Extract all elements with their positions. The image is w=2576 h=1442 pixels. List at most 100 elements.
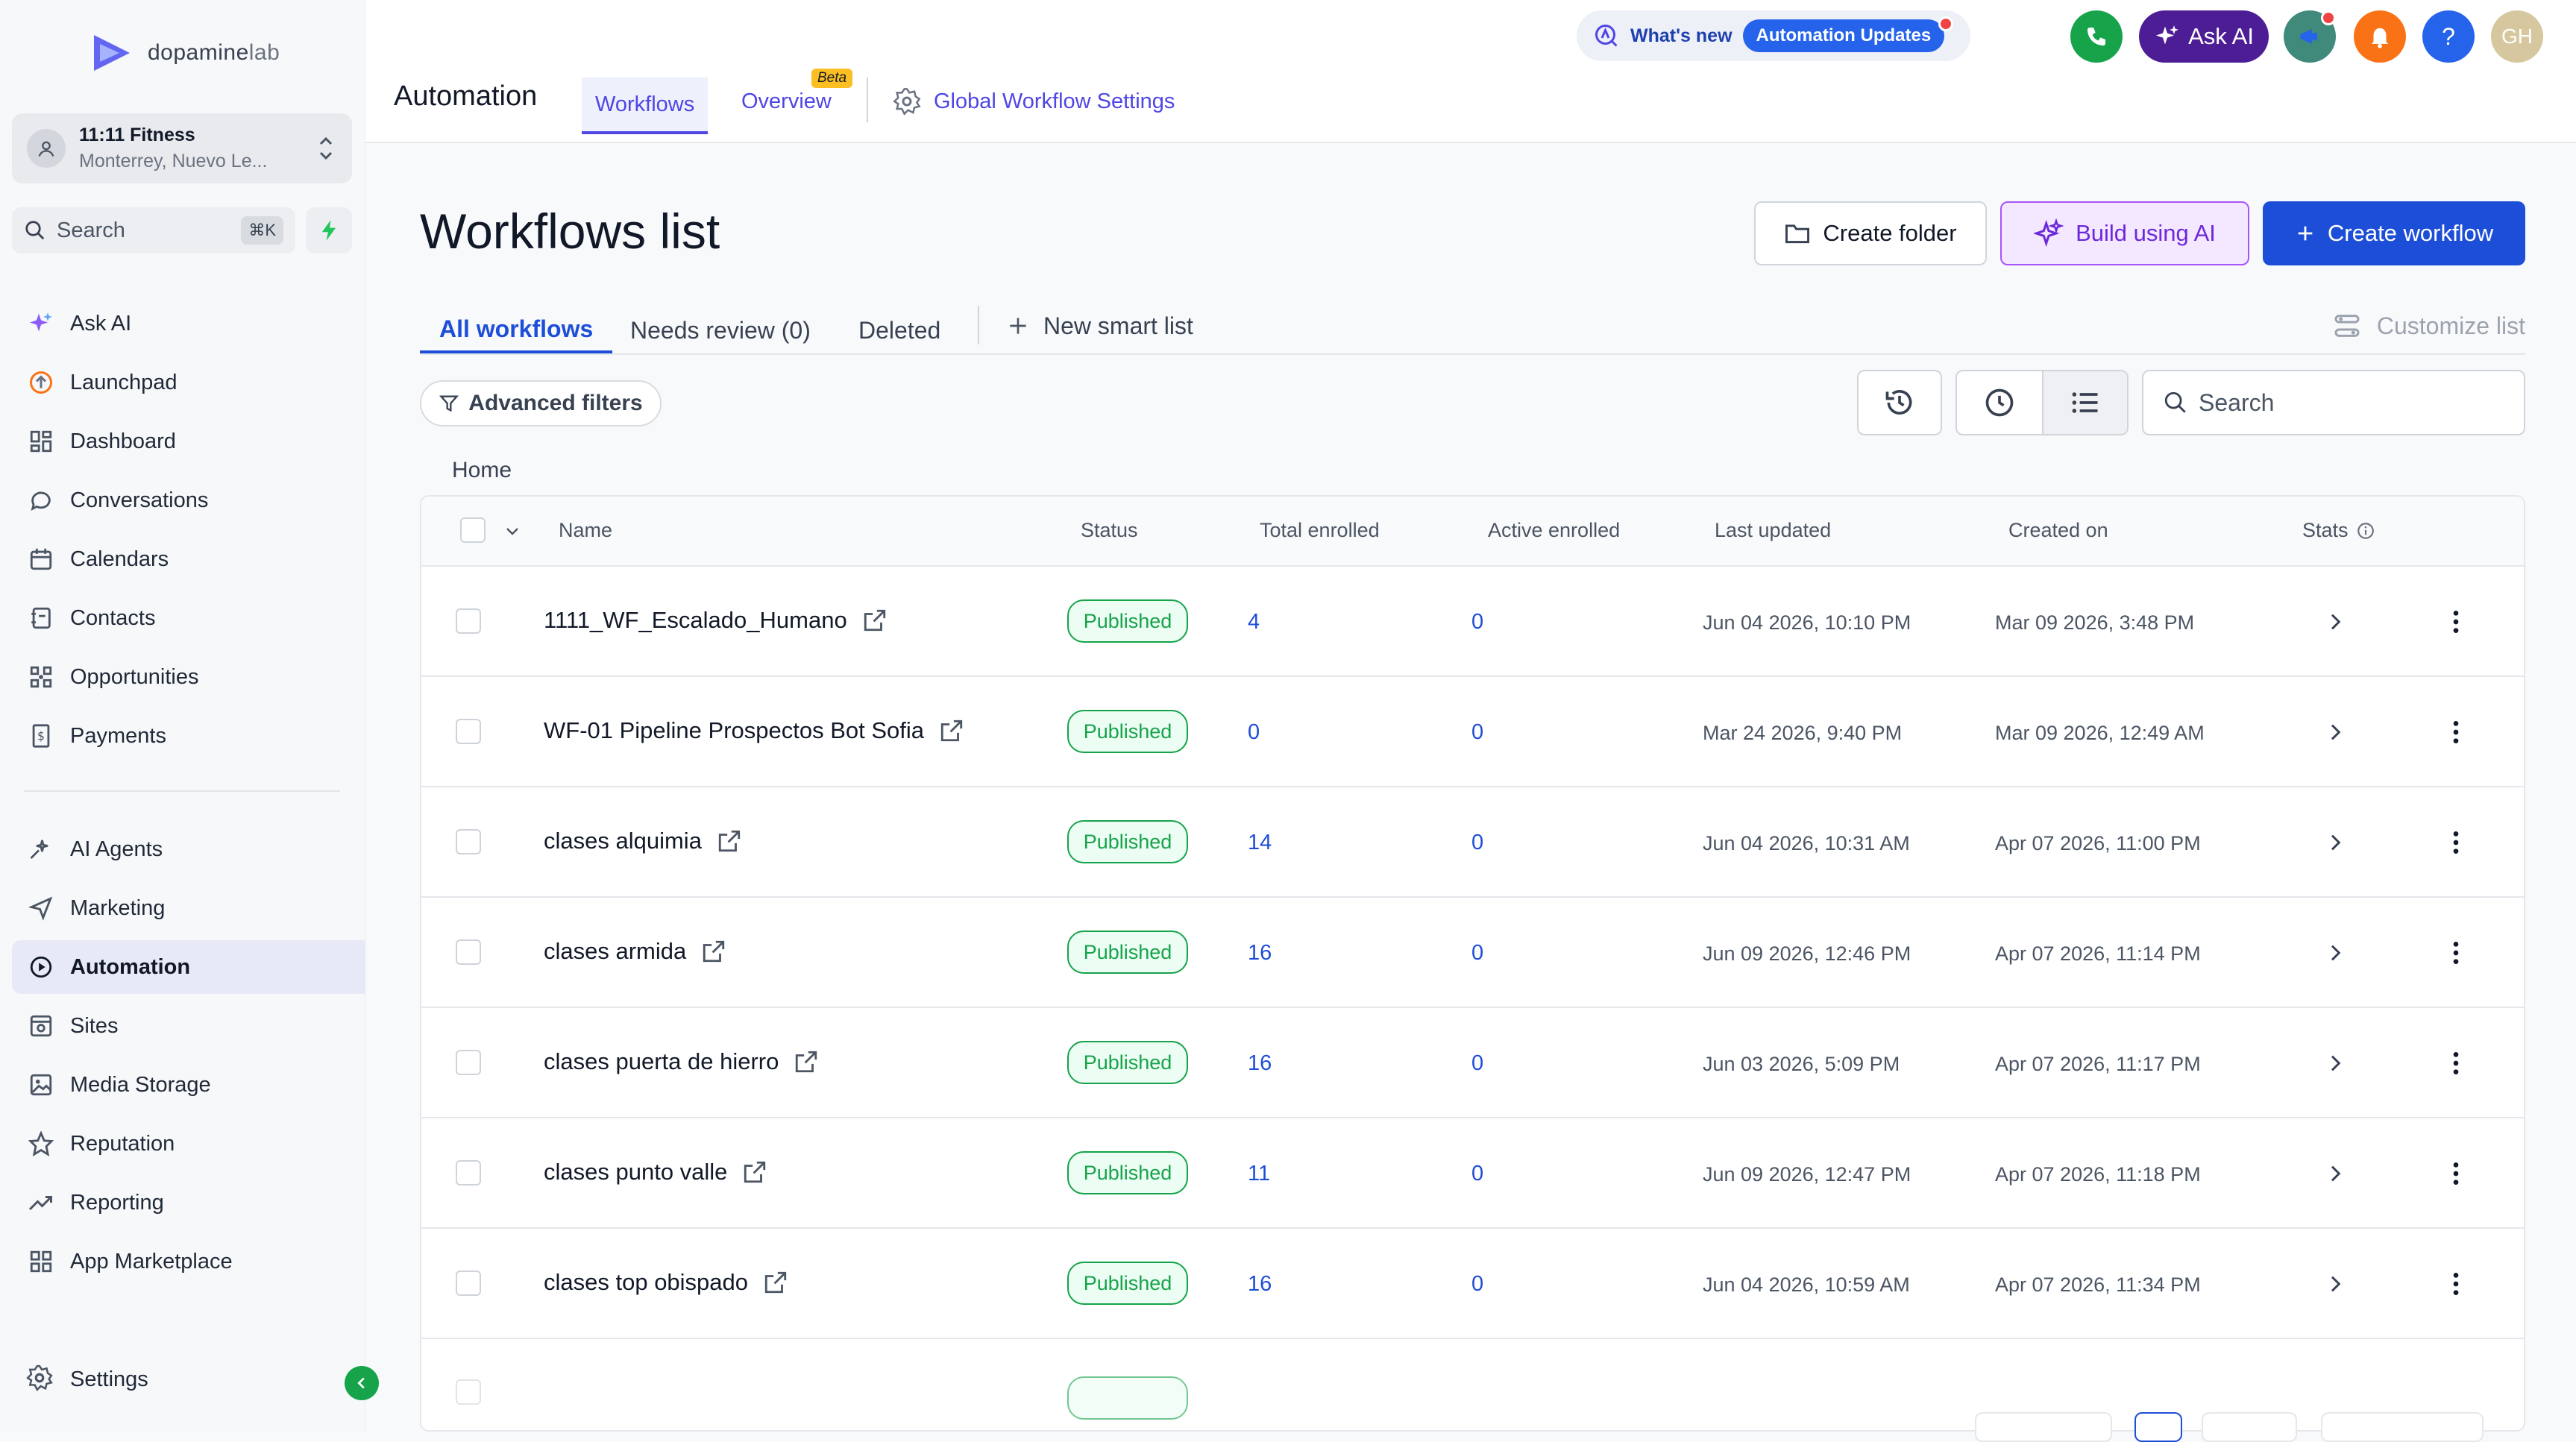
workflow-name-link[interactable]: WF-01 Pipeline Prospectos Bot Sofia [544, 717, 964, 744]
create-workflow-button[interactable]: Create workflow [2263, 201, 2525, 265]
sidebar-item-media-storage[interactable]: Media Storage [12, 1058, 365, 1112]
workflow-name-link[interactable]: clases top obispado [544, 1269, 788, 1296]
row-checkbox[interactable] [456, 1160, 481, 1186]
external-link-icon[interactable] [939, 718, 964, 743]
brand-logo-area[interactable]: dopaminelab [87, 27, 280, 79]
active-enrolled-link[interactable]: 0 [1471, 1051, 1483, 1076]
more-options-icon[interactable] [2441, 717, 2471, 747]
table-row[interactable]: clases puerta de hierro Published 16 0 J… [421, 1008, 2524, 1118]
header-last-updated[interactable]: Last updated [1715, 519, 1831, 542]
global-workflow-settings-link[interactable]: Global Workflow Settings [892, 86, 1175, 116]
total-enrolled-link[interactable]: 16 [1248, 1051, 1272, 1076]
row-checkbox[interactable] [456, 1379, 481, 1405]
breadcrumb[interactable]: Home [452, 458, 512, 483]
tab-needs-review[interactable]: Needs review (0) [630, 307, 811, 353]
chevron-right-icon[interactable] [2323, 610, 2347, 634]
sidebar-item-settings[interactable]: Settings [12, 1353, 365, 1406]
total-enrolled-link[interactable]: 0 [1248, 720, 1260, 745]
active-enrolled-link[interactable]: 0 [1471, 831, 1483, 855]
account-switcher[interactable]: 11:11 Fitness Monterrey, Nuevo Le... [12, 113, 352, 183]
active-enrolled-link[interactable]: 0 [1471, 941, 1483, 966]
customize-list-button[interactable]: Customize list [2332, 306, 2525, 346]
active-enrolled-link[interactable]: 0 [1471, 1162, 1483, 1186]
history-button[interactable] [1857, 370, 1942, 435]
chevron-right-icon[interactable] [2323, 831, 2347, 854]
new-smart-list-button[interactable]: New smart list [1006, 306, 1193, 346]
header-status[interactable]: Status [1081, 519, 1138, 542]
page-size-select[interactable] [2321, 1412, 2484, 1442]
quick-actions-button[interactable] [306, 207, 352, 254]
chevron-down-icon[interactable] [503, 522, 521, 540]
list-view-button[interactable] [2041, 371, 2127, 434]
sidebar-item-calendars[interactable]: Calendars [12, 532, 365, 586]
sidebar-item-reporting[interactable]: Reporting [12, 1176, 365, 1230]
external-link-icon[interactable] [862, 608, 888, 633]
tab-overview[interactable]: Overview [741, 89, 832, 114]
chevron-right-icon[interactable] [2323, 720, 2347, 744]
header-stats[interactable]: Stats [2302, 519, 2375, 542]
notifications-button[interactable] [2354, 10, 2406, 63]
more-options-icon[interactable] [2441, 938, 2471, 968]
external-link-icon[interactable] [717, 828, 742, 854]
collapse-sidebar-button[interactable] [345, 1366, 379, 1400]
tab-workflows[interactable]: Workflows [582, 78, 709, 134]
workflow-name-link[interactable]: clases alquimia [544, 828, 742, 854]
more-options-icon[interactable] [2441, 828, 2471, 857]
header-created-on[interactable]: Created on [2008, 519, 2108, 542]
sidebar-item-payments[interactable]: $ Payments [12, 709, 365, 763]
table-row[interactable]: 1111_WF_Escalado_Humano Published 4 0 Ju… [421, 567, 2524, 677]
megaphone-button[interactable] [2284, 10, 2336, 63]
select-all-checkbox[interactable] [460, 517, 486, 543]
header-active-enrolled[interactable]: Active enrolled [1488, 519, 1620, 542]
total-enrolled-link[interactable]: 11 [1248, 1162, 1270, 1186]
row-checkbox[interactable] [456, 1271, 481, 1296]
workflow-name-link[interactable]: clases puerta de hierro [544, 1048, 819, 1075]
sidebar-item-automation[interactable]: Automation [12, 940, 365, 994]
workflow-name-link[interactable]: 1111_WF_Escalado_Humano [544, 607, 888, 634]
external-link-icon[interactable] [742, 1159, 767, 1185]
phone-button[interactable] [2070, 10, 2123, 63]
more-options-icon[interactable] [2441, 607, 2471, 637]
user-avatar[interactable]: GH [2491, 10, 2543, 63]
external-link-icon[interactable] [763, 1270, 788, 1295]
sidebar-item-contacts[interactable]: Contacts [12, 591, 365, 645]
more-options-icon[interactable] [2441, 1048, 2471, 1078]
total-enrolled-link[interactable]: 4 [1248, 610, 1260, 635]
ask-ai-button[interactable]: Ask AI [2139, 10, 2269, 63]
external-link-icon[interactable] [794, 1049, 819, 1074]
workflow-search-input[interactable]: Search [2142, 370, 2525, 435]
row-checkbox[interactable] [456, 1050, 481, 1075]
chevron-right-icon[interactable] [2323, 941, 2347, 965]
chevron-right-icon[interactable] [2323, 1162, 2347, 1186]
more-options-icon[interactable] [2441, 1269, 2471, 1299]
pagination-control[interactable] [1975, 1412, 2112, 1442]
sidebar-item-marketing[interactable]: Marketing [12, 881, 365, 935]
pagination-next-button[interactable] [2202, 1412, 2297, 1442]
sidebar-item-reputation[interactable]: Reputation [12, 1117, 365, 1171]
external-link-icon[interactable] [701, 939, 726, 964]
sidebar-item-ask-ai[interactable]: Ask AI [12, 297, 365, 350]
table-row[interactable]: clases top obispado Published 16 0 Jun 0… [421, 1229, 2524, 1339]
create-folder-button[interactable]: Create folder [1754, 201, 1987, 265]
workflow-name-link[interactable]: clases armida [544, 938, 726, 965]
help-button[interactable]: ? [2422, 10, 2475, 63]
more-options-icon[interactable] [2441, 1159, 2471, 1188]
header-total-enrolled[interactable]: Total enrolled [1260, 519, 1380, 542]
active-enrolled-link[interactable]: 0 [1471, 1272, 1483, 1297]
table-row[interactable]: clases alquimia Published 14 0 Jun 04 20… [421, 787, 2524, 898]
header-name[interactable]: Name [559, 519, 612, 542]
total-enrolled-link[interactable]: 16 [1248, 1272, 1272, 1297]
row-checkbox[interactable] [456, 608, 481, 634]
tab-deleted[interactable]: Deleted [858, 307, 940, 353]
sidebar-item-conversations[interactable]: Conversations [12, 473, 365, 527]
automation-updates-badge[interactable]: Automation Updates [1742, 16, 1954, 52]
table-row[interactable]: WF-01 Pipeline Prospectos Bot Sofia Publ… [421, 677, 2524, 787]
build-using-ai-button[interactable]: Build using AI [2000, 201, 2249, 265]
chevron-right-icon[interactable] [2323, 1272, 2347, 1296]
row-checkbox[interactable] [456, 719, 481, 744]
chevron-right-icon[interactable] [2323, 1051, 2347, 1075]
sidebar-item-sites[interactable]: Sites [12, 999, 365, 1053]
timeline-view-button[interactable] [1957, 371, 2042, 434]
table-row[interactable]: clases armida Published 16 0 Jun 09 2026… [421, 898, 2524, 1008]
whats-new-pill[interactable]: What's new Automation Updates [1577, 10, 1970, 61]
